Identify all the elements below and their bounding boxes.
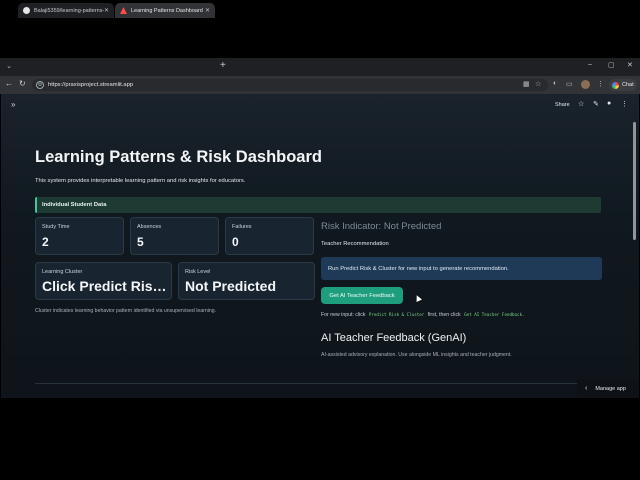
metric-label: Study Time bbox=[42, 224, 70, 230]
teacher-recommendation-label: Teacher Recommendation bbox=[321, 241, 389, 247]
new-tab-button[interactable]: + bbox=[220, 60, 226, 71]
share-button[interactable]: Share bbox=[555, 102, 570, 108]
apps-icon[interactable]: ▦ bbox=[523, 80, 530, 88]
more-menu-icon[interactable]: ⋮ bbox=[597, 80, 604, 88]
tab-close-icon[interactable]: ✕ bbox=[205, 7, 210, 14]
metric-label: Risk Level bbox=[185, 269, 211, 275]
maximize-button[interactable]: ▢ bbox=[608, 61, 615, 69]
browser-tab-github[interactable]: Balaji5359/learning-patterns-clust ✕ bbox=[18, 3, 114, 18]
section-divider bbox=[35, 383, 601, 384]
chevron-left-icon: ‹ bbox=[585, 385, 588, 392]
metric-label: Absences bbox=[137, 224, 162, 230]
streamlit-favicon-icon bbox=[120, 7, 127, 14]
manage-app-label: Manage app bbox=[595, 385, 626, 392]
star-icon[interactable]: ☆ bbox=[578, 100, 584, 108]
ai-feedback-heading: AI Teacher Feedback (GenAI) bbox=[321, 332, 467, 344]
edit-pencil-icon[interactable]: ✎ bbox=[593, 100, 599, 108]
failures-card: Failures 0 bbox=[225, 217, 314, 255]
scrollbar[interactable] bbox=[633, 122, 636, 240]
recommendation-info-box: Run Predict Risk & Cluster for new input… bbox=[321, 257, 602, 280]
hint-prefix: For new input: click bbox=[321, 312, 366, 318]
usage-hint: For new input: click Predict Risk & Clus… bbox=[321, 312, 527, 318]
risk-level-value: Not Predicted bbox=[185, 278, 277, 294]
study-time-card: Study Time 2 bbox=[35, 217, 124, 255]
hint-code-feedback: Get AI Teacher Feedback. bbox=[464, 312, 525, 317]
hint-middle: first, then click bbox=[427, 312, 461, 318]
minimize-button[interactable]: – bbox=[588, 61, 592, 68]
cluster-note: Cluster indicates learning behavior patt… bbox=[35, 308, 217, 314]
browser-tab-dashboard[interactable]: Learning Patterns Dashboard · Stre ✕ bbox=[115, 3, 215, 18]
absences-card: Absences 5 bbox=[130, 217, 219, 255]
mouse-cursor-icon bbox=[414, 294, 422, 302]
risk-level-card: Risk Level Not Predicted bbox=[178, 262, 315, 300]
reload-icon[interactable]: ↻ bbox=[19, 79, 26, 88]
tab-search-icon[interactable]: ⌄ bbox=[4, 62, 14, 70]
chat-button[interactable]: Chat bbox=[609, 79, 637, 91]
page-subtitle: This system provides interpretable learn… bbox=[35, 178, 246, 184]
browser-tab-bar bbox=[0, 58, 640, 76]
risk-indicator: Risk Indicator: Not Predicted bbox=[321, 221, 442, 232]
github-favicon-icon bbox=[23, 7, 30, 14]
screen: ⌄ Balaji5359/learning-patterns-clust ✕ L… bbox=[0, 0, 640, 480]
back-arrow-icon[interactable]: ← bbox=[5, 79, 13, 88]
app-header: » Share ☆ ✎ ● ⋮ bbox=[1, 94, 639, 116]
cluster-value: Click Predict Risk & Cluster bbox=[42, 278, 168, 294]
profile-avatar[interactable] bbox=[581, 80, 590, 89]
learning-cluster-card: Learning Cluster Click Predict Risk & Cl… bbox=[35, 262, 172, 300]
page-title: Learning Patterns & Risk Dashboard bbox=[35, 148, 322, 166]
site-info-icon[interactable]: ⚙ bbox=[36, 81, 44, 89]
more-options-icon[interactable]: ⋮ bbox=[621, 100, 628, 108]
manage-app-button[interactable]: ‹ Manage app bbox=[577, 379, 639, 398]
close-window-button[interactable]: ✕ bbox=[627, 61, 633, 69]
url-text: https://praxisproject.streamlit.app bbox=[48, 82, 134, 88]
chat-label: Chat bbox=[622, 82, 634, 88]
tab-title: Learning Patterns Dashboard · Stre bbox=[131, 7, 205, 14]
hint-code-predict: Predict Risk & Cluster bbox=[368, 312, 425, 317]
sidebar-icon[interactable]: ▭ bbox=[566, 80, 573, 88]
metric-value: 0 bbox=[232, 235, 239, 249]
tab-close-icon[interactable]: ✕ bbox=[104, 7, 109, 14]
streamlit-app: » Share ☆ ✎ ● ⋮ Learning Patterns & Risk… bbox=[1, 94, 639, 398]
metric-label: Failures bbox=[232, 224, 252, 230]
tab-title: Balaji5359/learning-patterns-clust bbox=[34, 7, 104, 14]
ai-feedback-description: AI-assisted advisory explanation. Use al… bbox=[321, 352, 512, 358]
metric-value: 5 bbox=[137, 235, 144, 249]
get-ai-feedback-button[interactable]: Get AI Teacher Feedback bbox=[321, 287, 403, 304]
metric-value: 2 bbox=[42, 235, 49, 249]
address-bar[interactable]: ⚙ https://praxisproject.streamlit.app bbox=[32, 79, 548, 91]
student-data-section-header: Individual Student Data bbox=[35, 197, 601, 213]
chat-logo-icon bbox=[612, 81, 619, 89]
github-icon[interactable]: ● bbox=[607, 100, 611, 107]
expand-sidebar-icon[interactable]: » bbox=[11, 100, 15, 109]
extensions-icon[interactable]: ◐ bbox=[553, 80, 557, 87]
metric-label: Learning Cluster bbox=[42, 269, 83, 275]
bookmark-star-icon[interactable]: ☆ bbox=[535, 80, 541, 88]
